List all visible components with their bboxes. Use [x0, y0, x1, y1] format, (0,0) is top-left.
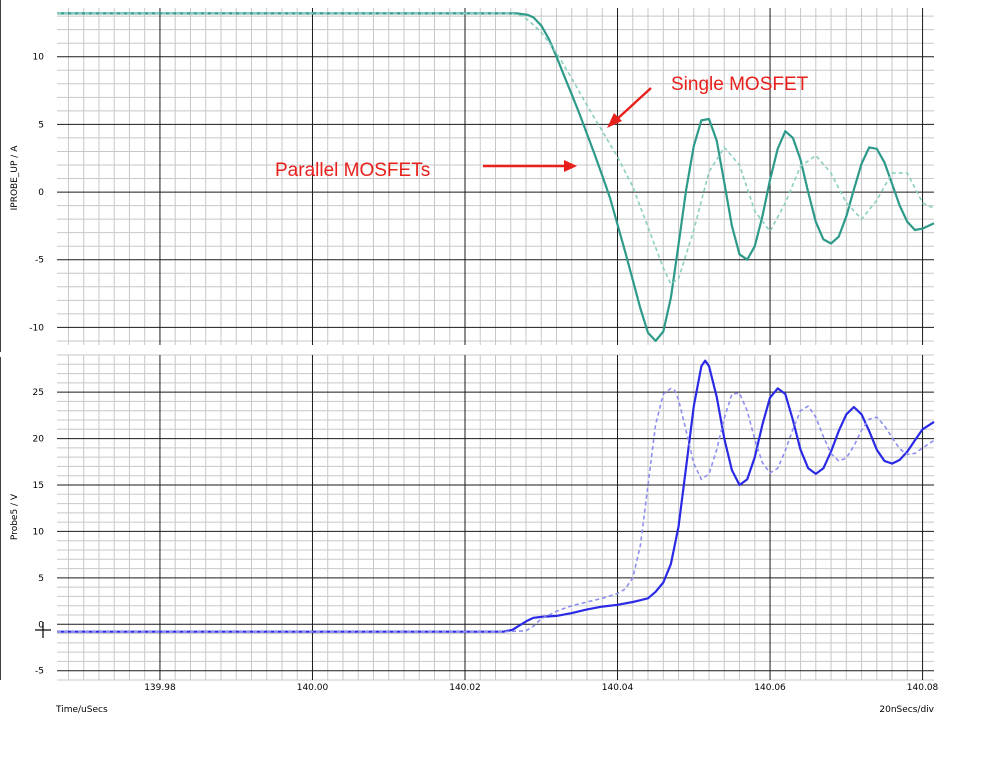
current-y-tick-label: -10 [29, 323, 44, 333]
current-y-tick-label: 5 [38, 120, 44, 130]
time-scale-label: 20nSecs/div [879, 705, 934, 715]
time-tick-label: 140.04 [602, 683, 634, 693]
time-tick-label: 140.02 [449, 683, 481, 693]
voltage-y-tick-label: 25 [33, 388, 44, 398]
time-tick-label: 140.00 [297, 683, 329, 693]
parallel-mosfets-annotation: Parallel MOSFETs [275, 160, 430, 181]
voltage-y-tick-label: 20 [33, 435, 45, 445]
background [0, 0, 998, 759]
time-tick-label: 140.06 [754, 683, 786, 693]
current-y-tick-label: 0 [38, 188, 44, 198]
time-tick-label: 139.98 [144, 683, 176, 693]
voltage-y-tick-label: 10 [33, 527, 45, 537]
single-mosfet-annotation: Single MOSFET [671, 74, 809, 95]
voltage-y-tick-label: 5 [38, 574, 44, 584]
waveform-plots: -10-50510 IPROBE_UP / A -50510152025 139… [0, 0, 998, 759]
voltage-y-tick-label: -5 [35, 667, 44, 677]
current-y-tick-label: -5 [35, 256, 44, 266]
x-axis-label: Time/uSecs [55, 705, 108, 715]
current-y-tick-label: 10 [33, 53, 45, 63]
voltage-y-axis-label: Probe5 / V [10, 493, 20, 540]
current-y-axis-label: IPROBE_UP / A [10, 145, 20, 211]
time-tick-label: 140.08 [907, 683, 939, 693]
voltage-y-tick-label: 15 [33, 481, 44, 491]
